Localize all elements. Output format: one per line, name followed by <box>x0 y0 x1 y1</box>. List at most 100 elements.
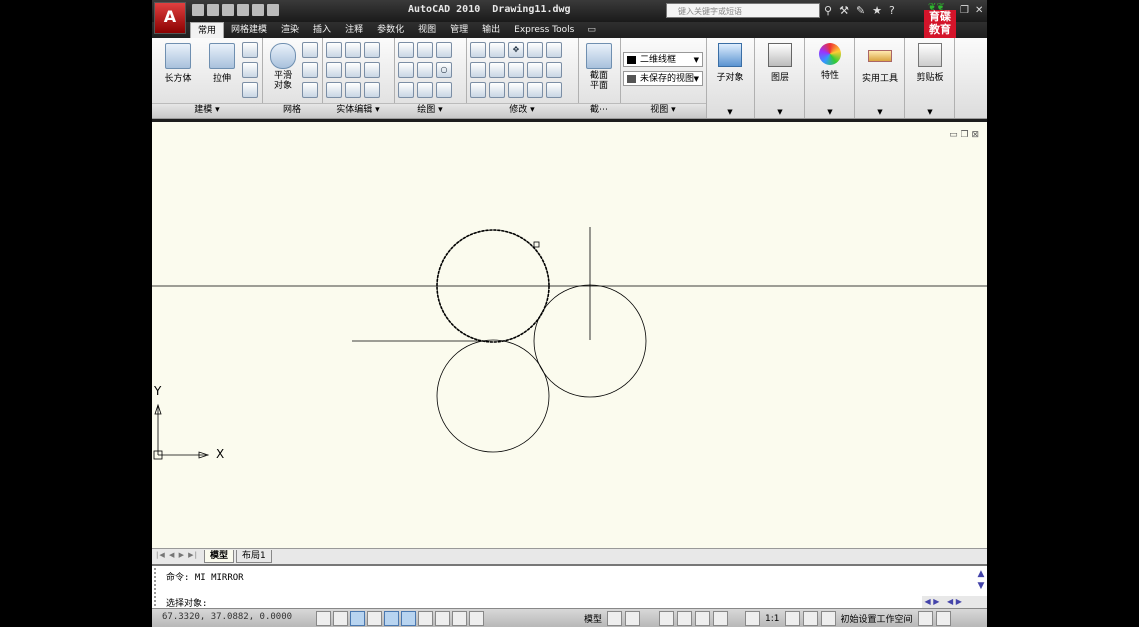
close-icon[interactable]: ✕ <box>975 5 983 16</box>
snap-toggle-icon[interactable] <box>316 611 331 626</box>
visual-style-dropdown[interactable]: 二维线框 ▼ <box>623 52 703 67</box>
save-icon[interactable] <box>222 4 234 16</box>
line-icon[interactable] <box>417 62 433 78</box>
shell-icon[interactable] <box>345 82 361 98</box>
binoculars-icon[interactable]: ⚲ <box>824 4 832 17</box>
slice-icon[interactable] <box>345 62 361 78</box>
application-menu-button[interactable]: A <box>154 2 186 34</box>
workspace-icon[interactable] <box>820 611 836 626</box>
tab-parametric[interactable]: 参数化 <box>370 22 411 38</box>
offset-icon[interactable] <box>546 82 562 98</box>
layout-nav-arrows[interactable]: |◀ ◀ ▶ ▶| <box>156 551 198 559</box>
pan-icon[interactable] <box>695 611 711 626</box>
imprint-icon[interactable] <box>364 62 380 78</box>
mesh-refine-icon[interactable] <box>302 82 318 98</box>
qp-toggle-icon[interactable] <box>469 611 484 626</box>
3d-polyline-icon[interactable] <box>417 42 433 58</box>
search-input[interactable]: 键入关键字或短语 <box>666 3 820 18</box>
section-plane-button[interactable]: 截面 平面 <box>582 43 616 91</box>
restore-icon[interactable]: ❐ <box>960 5 969 16</box>
redo-icon[interactable] <box>252 4 264 16</box>
separate-icon[interactable] <box>364 42 380 58</box>
rectangle-icon[interactable] <box>417 82 433 98</box>
command-grip[interactable] <box>154 568 164 606</box>
tab-insert[interactable]: 插入 <box>306 22 338 38</box>
scale-icon[interactable] <box>508 82 524 98</box>
otrack-toggle-icon[interactable] <box>401 611 416 626</box>
union-icon[interactable] <box>326 42 342 58</box>
trim-icon[interactable] <box>470 42 486 58</box>
panel-solid-editing-footer[interactable]: 实体编辑 ▾ <box>322 103 394 118</box>
ellipse-icon[interactable] <box>436 82 452 98</box>
minimize-ribbon-icon[interactable]: ▭ <box>581 22 602 38</box>
favorites-icon[interactable]: ★ <box>872 4 882 17</box>
subobject-button[interactable]: 子对象 ▼ <box>706 38 755 118</box>
panel-modify-footer[interactable]: 修改 ▾ <box>466 103 578 118</box>
tab-annotate[interactable]: 注释 <box>338 22 370 38</box>
saved-view-dropdown[interactable]: 未保存的视图 ▼ <box>623 71 703 86</box>
osnap-toggle-icon[interactable] <box>384 611 399 626</box>
annotation-visibility-icon[interactable] <box>784 611 800 626</box>
new-icon[interactable] <box>192 4 204 16</box>
model-space-label[interactable]: 模型 <box>582 612 604 625</box>
circle-bottom[interactable] <box>436 339 550 453</box>
clean-screen-icon[interactable] <box>935 611 951 626</box>
tab-layout1[interactable]: 布局1 <box>236 550 272 563</box>
tab-model[interactable]: 模型 <box>204 550 235 563</box>
polygon-icon[interactable] <box>398 82 414 98</box>
layout-icon[interactable] <box>607 611 623 626</box>
tab-output[interactable]: 输出 <box>475 22 507 38</box>
box-button[interactable]: 长方体 <box>160 43 196 84</box>
fillet-icon[interactable] <box>527 62 543 78</box>
move-icon[interactable]: ✥ <box>508 42 524 58</box>
tab-mesh-modeling[interactable]: 网格建模 <box>224 22 274 38</box>
command-hscrollbar[interactable]: ◀ ▶ ◀ ▶ <box>922 596 987 608</box>
tab-render[interactable]: 渲染 <box>274 22 306 38</box>
auto-scale-icon[interactable] <box>802 611 818 626</box>
intersect-icon[interactable] <box>326 82 342 98</box>
clipboard-button[interactable]: 剪贴板 ▼ <box>906 38 955 118</box>
stretch-icon[interactable] <box>470 62 486 78</box>
command-scrollbar[interactable]: ▲ ▼ <box>975 568 987 594</box>
communication-icon[interactable]: ⚒ <box>839 4 849 17</box>
ducs-toggle-icon[interactable] <box>418 611 433 626</box>
3d-mirror-icon[interactable] <box>527 42 543 58</box>
help-icon[interactable]: ? <box>889 4 895 17</box>
extract-edges-icon[interactable] <box>345 42 361 58</box>
lock-icon[interactable] <box>917 611 933 626</box>
smooth-object-button[interactable]: 平滑 对象 <box>266 43 300 91</box>
panel-view-footer[interactable]: 视图 ▾ <box>620 103 706 118</box>
thicken-icon[interactable] <box>364 82 380 98</box>
steering-wheel-icon[interactable] <box>659 611 675 626</box>
polyline-icon[interactable] <box>398 42 414 58</box>
panel-modeling-footer[interactable]: 建模 ▾ <box>152 103 262 118</box>
circle-icon[interactable]: ○ <box>436 62 452 78</box>
dyn-toggle-icon[interactable] <box>435 611 450 626</box>
workspace-label[interactable]: 初始设置工作空间 <box>839 612 915 625</box>
erase-icon[interactable] <box>527 82 543 98</box>
polar-toggle-icon[interactable] <box>367 611 382 626</box>
extrude-button[interactable]: 拉伸 <box>204 43 240 84</box>
plot-icon[interactable] <box>267 4 279 16</box>
eraser-icon[interactable] <box>242 62 258 78</box>
spline-icon[interactable] <box>398 62 414 78</box>
lineweight-toggle-icon[interactable] <box>452 611 467 626</box>
layouts-icon[interactable] <box>625 611 641 626</box>
chamfer-icon[interactable] <box>546 62 562 78</box>
subscription-icon[interactable]: ✎ <box>856 4 865 17</box>
align-icon[interactable] <box>546 42 562 58</box>
3d-array-icon[interactable] <box>489 62 505 78</box>
tab-view[interactable]: 视图 <box>411 22 443 38</box>
properties-button[interactable]: 特性 ▼ <box>806 38 855 118</box>
arc-icon[interactable] <box>436 42 452 58</box>
panel-mesh-footer[interactable]: 网格 <box>262 103 322 118</box>
tab-express-tools[interactable]: Express Tools <box>507 22 581 38</box>
ortho-toggle-icon[interactable] <box>350 611 365 626</box>
layers-button[interactable]: 图层 ▼ <box>756 38 805 118</box>
annotation-scale-label[interactable]: 1:1 <box>763 614 781 624</box>
subtract-icon[interactable] <box>326 62 342 78</box>
showmotion-icon[interactable] <box>713 611 729 626</box>
mesh-smooth-less-icon[interactable] <box>302 62 318 78</box>
coordinate-readout[interactable]: 67.3320, 37.0882, 0.0000 <box>162 612 292 622</box>
panel-section-footer[interactable]: 截⋯ <box>578 103 620 118</box>
